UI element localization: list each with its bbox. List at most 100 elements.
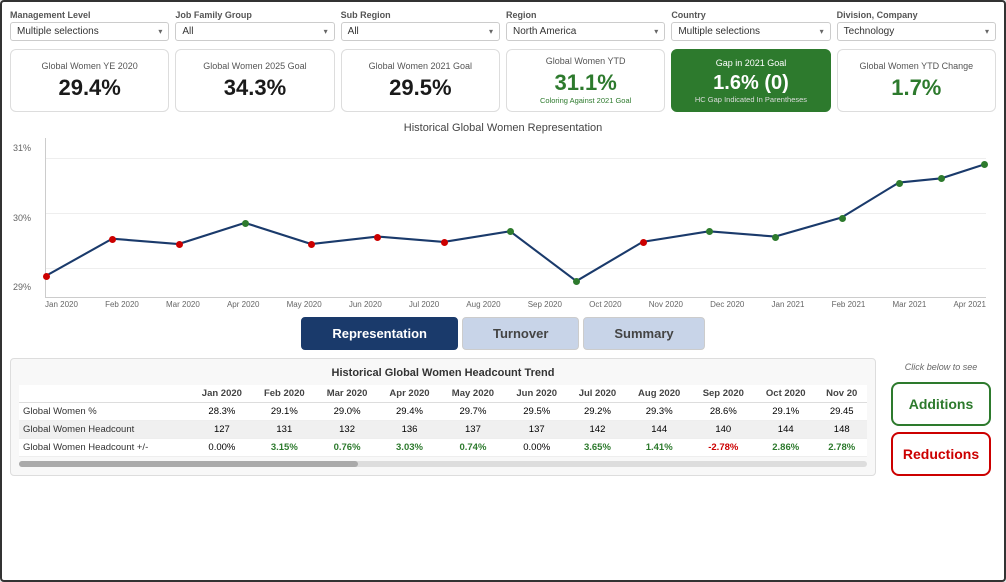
kpi-subtitle: Coloring Against 2021 Goal	[540, 96, 631, 105]
filter-label: Sub Region	[341, 10, 500, 20]
x-label: Apr 2021	[953, 300, 985, 309]
filter-select[interactable]: Multiple selections ▾	[10, 22, 169, 41]
x-label: Sep 2020	[528, 300, 562, 309]
table-cell: 0.74%	[441, 439, 506, 457]
filter-label: Country	[671, 10, 830, 20]
chart-dot	[981, 161, 988, 168]
kpi-card-global-women-2025-goal: Global Women 2025 Goal 34.3%	[175, 49, 334, 112]
chart-dot	[938, 175, 945, 182]
kpi-row: Global Women YE 2020 29.4% Global Women …	[10, 49, 996, 112]
chart-dot	[772, 234, 779, 241]
chart-dot	[573, 278, 580, 285]
table-cell: 0.00%	[191, 439, 253, 457]
table-cell: 28.6%	[692, 403, 755, 421]
x-label: Apr 2020	[227, 300, 259, 309]
filter-value: Multiple selections	[17, 26, 99, 37]
x-label: Feb 2020	[105, 300, 139, 309]
tab-turnover[interactable]: Turnover	[462, 317, 579, 350]
table-cell: 1.41%	[627, 439, 692, 457]
filter-group-job-family-group: Job Family Group All ▾	[175, 10, 334, 41]
table-cell: 2.86%	[755, 439, 816, 457]
table-cell: 29.0%	[316, 403, 379, 421]
chart-dot	[176, 241, 183, 248]
table-header: Mar 2020	[316, 385, 379, 403]
filter-select[interactable]: All ▾	[175, 22, 334, 41]
x-label: Feb 2021	[832, 300, 866, 309]
filter-select[interactable]: North America ▾	[506, 22, 665, 41]
kpi-subtitle: HC Gap Indicated In Parentheses	[695, 95, 807, 104]
filter-label: Division, Company	[837, 10, 996, 20]
filter-group-division,-company: Division, Company Technology ▾	[837, 10, 996, 41]
kpi-card-gap-in-2021-goal: Gap in 2021 Goal 1.6% (0) HC Gap Indicat…	[671, 49, 830, 112]
x-label: Nov 2020	[649, 300, 683, 309]
kpi-title: Global Women YE 2020	[42, 61, 138, 71]
chevron-down-icon: ▾	[654, 27, 658, 36]
table-cell: 29.1%	[253, 403, 316, 421]
table-cell: 29.1%	[755, 403, 816, 421]
table-cell: 142	[568, 421, 627, 439]
kpi-card-global-women-ytd-change: Global Women YTD Change 1.7%	[837, 49, 996, 112]
row-label: Global Women Headcount	[19, 421, 191, 439]
data-table: Jan 2020Feb 2020Mar 2020Apr 2020May 2020…	[19, 385, 867, 457]
main-container: Management Level Multiple selections ▾ J…	[0, 0, 1006, 582]
chart-dot	[896, 180, 903, 187]
chevron-down-icon: ▾	[985, 27, 989, 36]
y-label: 30%	[13, 213, 31, 223]
y-label: 31%	[13, 143, 31, 153]
additions-button[interactable]: Additions	[891, 382, 991, 426]
kpi-value: 29.5%	[389, 75, 451, 101]
chart-title: Historical Global Women Representation	[10, 122, 996, 134]
row-label: Global Women Headcount +/-	[19, 439, 191, 457]
filter-select[interactable]: All ▾	[341, 22, 500, 41]
table-header: Nov 20	[816, 385, 867, 403]
filter-group-sub-region: Sub Region All ▾	[341, 10, 500, 41]
x-label: Dec 2020	[710, 300, 744, 309]
chart-y-labels: 31% 30% 29%	[13, 138, 31, 297]
filter-select[interactable]: Technology ▾	[837, 22, 996, 41]
x-label: Jul 2020	[409, 300, 439, 309]
scroll-bar[interactable]	[19, 461, 867, 467]
table-header: Oct 2020	[755, 385, 816, 403]
x-label: Jun 2020	[349, 300, 382, 309]
chart-dot	[374, 234, 381, 241]
table-cell: 144	[755, 421, 816, 439]
table-cell: 137	[441, 421, 506, 439]
chart-area: 31%30%29%	[45, 138, 986, 298]
x-label: Mar 2020	[166, 300, 200, 309]
table-cell: -2.78%	[692, 439, 755, 457]
table-header: Jul 2020	[568, 385, 627, 403]
table-row: Global Women Headcount +/-0.00%3.15%0.76…	[19, 439, 867, 457]
kpi-card-global-women-ytd: Global Women YTD 31.1% Coloring Against …	[506, 49, 665, 112]
chevron-down-icon: ▾	[324, 27, 328, 36]
reductions-button[interactable]: Reductions	[891, 432, 991, 476]
chevron-down-icon: ▾	[489, 27, 493, 36]
tab-summary[interactable]: Summary	[583, 317, 704, 350]
row-label: Global Women %	[19, 403, 191, 421]
tab-representation[interactable]: Representation	[301, 317, 458, 350]
table-cell: 29.2%	[568, 403, 627, 421]
filter-value: Multiple selections	[678, 26, 760, 37]
table-cell: 137	[505, 421, 568, 439]
filter-label: Job Family Group	[175, 10, 334, 20]
kpi-value: 31.1%	[554, 70, 616, 96]
filter-label: Management Level	[10, 10, 169, 20]
table-cell: 144	[627, 421, 692, 439]
y-label: 29%	[13, 282, 31, 292]
table-row: Global Women Headcount127131132136137137…	[19, 421, 867, 439]
scroll-thumb[interactable]	[19, 461, 358, 467]
kpi-title: Global Women YTD Change	[859, 61, 973, 71]
table-header	[19, 385, 191, 403]
chart-dot	[242, 220, 249, 227]
chart-dot	[308, 241, 315, 248]
table-row: Global Women %28.3%29.1%29.0%29.4%29.7%2…	[19, 403, 867, 421]
kpi-value: 29.4%	[58, 75, 120, 101]
table-header: Apr 2020	[378, 385, 440, 403]
filter-select[interactable]: Multiple selections ▾	[671, 22, 830, 41]
table-cell: 29.45	[816, 403, 867, 421]
table-cell: 136	[378, 421, 440, 439]
filters-row: Management Level Multiple selections ▾ J…	[10, 10, 996, 41]
bottom-section: Historical Global Women Headcount Trend …	[10, 358, 996, 476]
tabs-row: RepresentationTurnoverSummary	[10, 317, 996, 350]
table-header: Jun 2020	[505, 385, 568, 403]
x-label: Aug 2020	[466, 300, 500, 309]
